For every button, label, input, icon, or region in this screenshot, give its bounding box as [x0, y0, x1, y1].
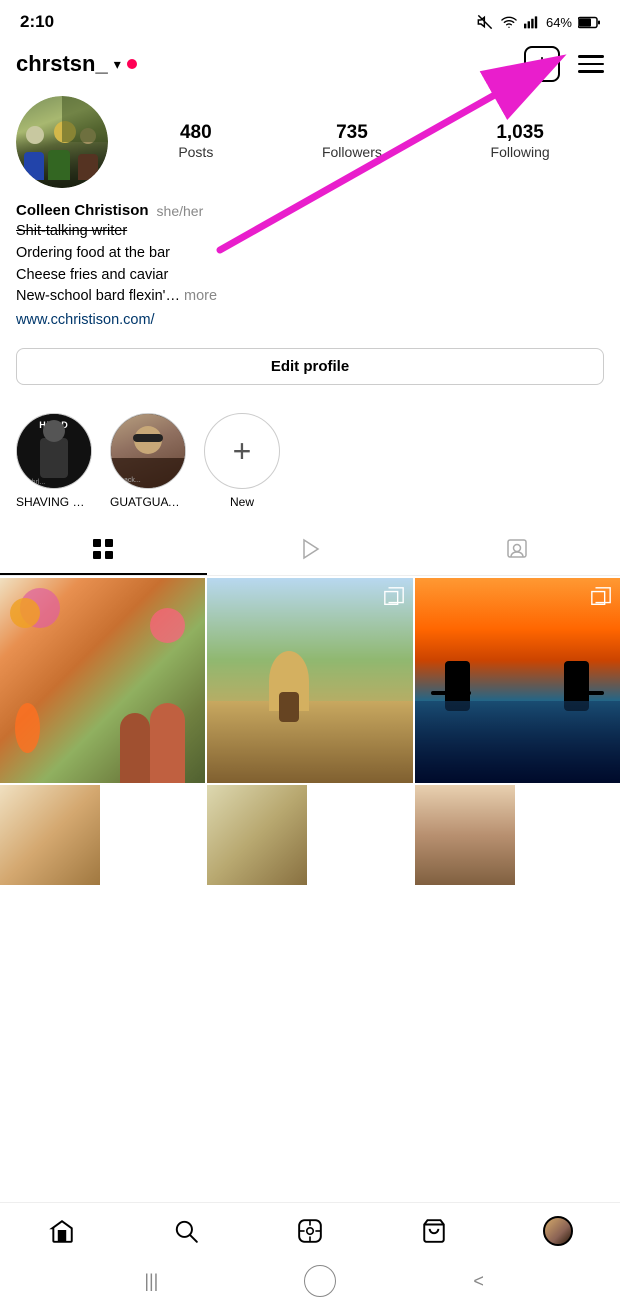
header-right: +: [524, 46, 604, 82]
home-gesture[interactable]: [304, 1265, 336, 1297]
followers-count: 735: [322, 122, 382, 144]
highlight-circle-new[interactable]: +: [204, 413, 280, 489]
nav-shop[interactable]: [409, 1213, 459, 1249]
wifi-icon: [500, 14, 518, 30]
following-stat[interactable]: 1,035 Following: [491, 122, 550, 162]
avatar[interactable]: [16, 96, 108, 188]
stats-row: 480 Posts 735 Followers 1,035 Following: [124, 122, 604, 162]
multi-badge-3: [590, 586, 612, 608]
back-gesture: |||: [121, 1265, 181, 1297]
add-post-button[interactable]: +: [524, 46, 560, 82]
header: chrstsn_ ▾ +: [0, 40, 620, 92]
status-bar: 2:10 64%: [0, 0, 620, 40]
nav-home[interactable]: [37, 1213, 87, 1249]
tab-grid[interactable]: [0, 525, 207, 575]
shop-icon: [421, 1218, 447, 1244]
tab-reels[interactable]: [207, 525, 414, 575]
photo-cell-1[interactable]: [0, 578, 205, 783]
dropdown-icon[interactable]: ▾: [114, 56, 121, 73]
bio-line-1: Shit-talking writer: [16, 221, 604, 243]
nav-reels[interactable]: [285, 1213, 335, 1249]
highlights-row: HEAD @chrl... SHAVING CH...: [0, 413, 620, 525]
bio-line-2: Ordering food at the bar: [16, 243, 604, 265]
live-dot: [127, 59, 137, 69]
recents-gesture[interactable]: <: [459, 1265, 499, 1297]
menu-line-2: [578, 63, 604, 66]
followers-stat[interactable]: 735 Followers: [322, 122, 382, 162]
bio-link[interactable]: www.cchristison.com/: [16, 312, 604, 328]
photo-grid: [0, 578, 620, 885]
highlight-item-new[interactable]: + New: [204, 413, 280, 509]
posts-stat[interactable]: 480 Posts: [178, 122, 213, 162]
mute-icon: [476, 14, 494, 30]
signal-icon: [524, 15, 540, 29]
header-wrapper: chrstsn_ ▾ +: [0, 40, 620, 92]
reels-icon: [297, 1218, 323, 1244]
grid-icon: [91, 537, 115, 561]
edit-profile-button[interactable]: Edit profile: [16, 348, 604, 385]
nav-avatar: [543, 1216, 573, 1246]
highlight-label-new: New: [230, 495, 254, 509]
bottom-nav-items: [0, 1203, 620, 1257]
highlight-item-2[interactable]: @hack... GUATGUATGU...: [110, 413, 186, 509]
battery-icon: [578, 16, 600, 29]
nav-search[interactable]: [161, 1213, 211, 1249]
tabs-row: [0, 525, 620, 576]
plus-icon: +: [535, 52, 549, 76]
bio-section: Colleen Christison she/her Shit-talking …: [16, 202, 604, 328]
status-icons: 64%: [476, 14, 600, 30]
header-left: chrstsn_ ▾: [16, 51, 137, 77]
status-time: 2:10: [20, 12, 54, 32]
bottom-nav: ||| <: [0, 1202, 620, 1309]
posts-label: Posts: [178, 144, 213, 160]
bio-name: Colleen Christison: [16, 202, 149, 219]
battery-text: 64%: [546, 15, 572, 30]
tab-tagged[interactable]: [413, 525, 620, 575]
bio-line-4: New-school bard flexin'… more: [16, 286, 604, 308]
nav-profile[interactable]: [533, 1213, 583, 1249]
following-count: 1,035: [491, 122, 550, 144]
following-label: Following: [491, 144, 550, 160]
bio-pronoun: she/her: [157, 203, 204, 219]
photo-cell-3[interactable]: [415, 578, 620, 783]
bio-name-row: Colleen Christison she/her: [16, 202, 604, 219]
username: chrstsn_: [16, 51, 108, 77]
highlight-circle-2: @hack...: [110, 413, 186, 489]
menu-line-1: [578, 55, 604, 58]
menu-line-3: [578, 70, 604, 73]
highlight-label-1: SHAVING CH...: [16, 495, 92, 509]
new-highlight-plus-icon: +: [233, 433, 252, 470]
menu-button[interactable]: [578, 55, 604, 73]
followers-label: Followers: [322, 144, 382, 160]
highlight-circle-1: HEAD @chrl...: [16, 413, 92, 489]
profile-section: 480 Posts 735 Followers 1,035 Following …: [0, 92, 620, 413]
posts-count: 480: [178, 122, 213, 144]
photo-cell-5[interactable]: [207, 785, 307, 885]
profile-info-row: 480 Posts 735 Followers 1,035 Following: [16, 96, 604, 188]
tagged-icon: [505, 537, 529, 561]
bio-more[interactable]: more: [184, 288, 217, 304]
home-icon: [49, 1218, 75, 1244]
photo-cell-4[interactable]: [0, 785, 100, 885]
photo-cell-6[interactable]: [415, 785, 515, 885]
highlight-label-2: GUATGUATGU...: [110, 495, 186, 509]
search-icon: [173, 1218, 199, 1244]
highlight-item-1[interactable]: HEAD @chrl... SHAVING CH...: [16, 413, 92, 509]
gesture-bar: ||| <: [0, 1257, 620, 1309]
photo-cell-2[interactable]: [207, 578, 412, 783]
bio-line-3: Cheese fries and caviar: [16, 265, 604, 287]
multi-badge-2: [383, 586, 405, 608]
play-icon: [298, 537, 322, 561]
